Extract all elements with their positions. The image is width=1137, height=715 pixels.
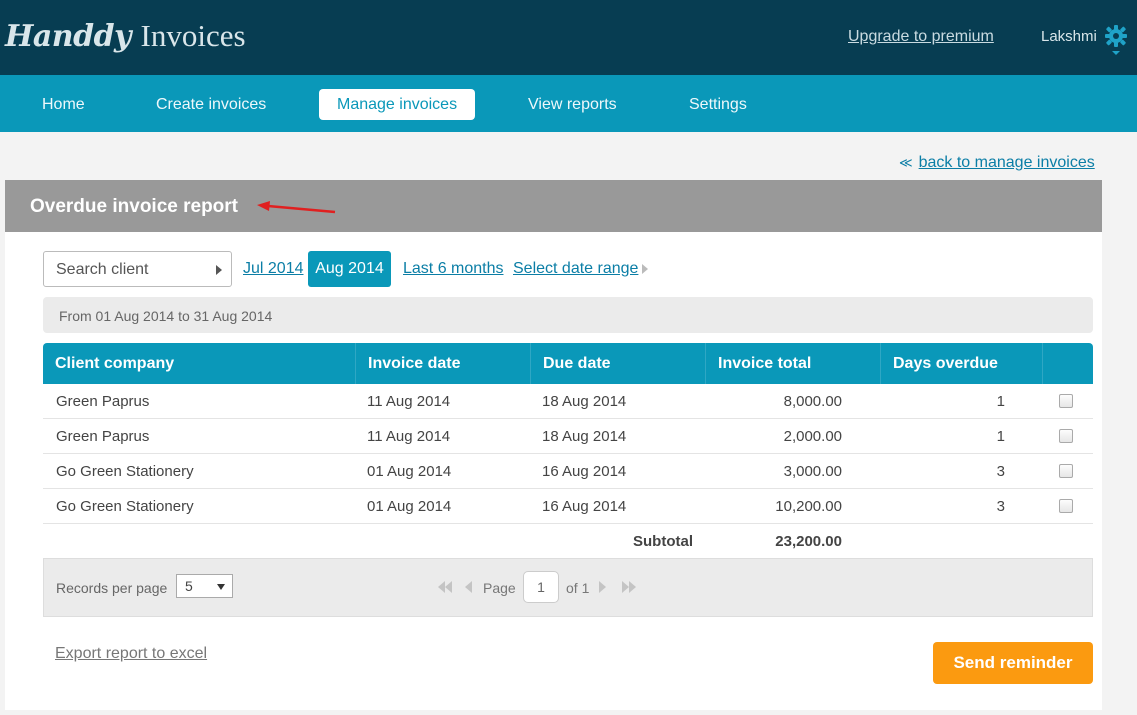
cell-days-overdue: 1	[996, 428, 1005, 445]
app-logo[interactable]: Handdy Invoices	[5, 18, 246, 54]
cell-days-overdue: 3	[996, 463, 1005, 480]
subtotal-row: Subtotal 23,200.00	[43, 524, 1093, 559]
column-header-invoice-date[interactable]: Invoice date	[355, 343, 530, 384]
column-header-due-date[interactable]: Due date	[530, 343, 705, 384]
cell-invoice-date: 01 Aug 2014	[367, 498, 452, 515]
cell-invoice-date: 11 Aug 2014	[367, 393, 451, 410]
chevron-down-icon	[217, 584, 225, 590]
page-title: Overdue invoice report	[30, 196, 239, 217]
user-name[interactable]: Lakshmi	[1041, 28, 1097, 45]
caret-right-icon	[216, 265, 222, 275]
row-select-checkbox[interactable]	[1059, 464, 1073, 478]
back-to-manage-invoices-link[interactable]: ≪ back to manage invoices	[899, 154, 1095, 172]
report-header: Overdue invoice report	[5, 180, 1102, 232]
row-select-checkbox[interactable]	[1059, 499, 1073, 513]
red-arrow-icon	[257, 201, 336, 214]
logo-script-text: Handdy	[5, 19, 131, 54]
back-link-label: back to manage invoices	[918, 154, 1095, 171]
cell-invoice-date: 11 Aug 2014	[367, 428, 451, 445]
column-header-client[interactable]: Client company	[43, 343, 355, 384]
records-per-page-value: 5	[185, 578, 193, 594]
column-header-select	[1042, 343, 1093, 384]
row-select-checkbox[interactable]	[1059, 429, 1073, 443]
filter-jul-2014[interactable]: Jul 2014	[243, 260, 304, 278]
main-nav: Home Create invoices Manage invoices Vie…	[0, 75, 1137, 132]
gear-icon[interactable]	[1103, 24, 1129, 56]
cell-client: Go Green Stationery	[56, 498, 194, 515]
date-range-text: From 01 Aug 2014 to 31 Aug 2014	[59, 308, 273, 324]
column-header-invoice-total[interactable]: Invoice total	[705, 343, 880, 384]
cell-invoice-total: 2,000.00	[783, 428, 842, 445]
cell-due-date: 18 Aug 2014	[542, 393, 627, 410]
nav-manage-invoices[interactable]: Manage invoices	[319, 89, 476, 120]
cell-invoice-date: 01 Aug 2014	[367, 463, 452, 480]
cell-invoice-total: 8,000.00	[783, 393, 842, 410]
cell-due-date: 18 Aug 2014	[542, 428, 627, 445]
last-page-icon[interactable]	[621, 581, 637, 593]
logo-plain-text: Invoices	[140, 18, 246, 53]
filter-aug-2014[interactable]: Aug 2014	[308, 251, 391, 287]
next-page-icon[interactable]	[599, 581, 607, 593]
filter-select-date-range[interactable]: Select date range	[513, 260, 638, 278]
nav-settings[interactable]: Settings	[689, 89, 747, 120]
overdue-invoices-table: Client company Invoice date Due date Inv…	[43, 343, 1093, 559]
cell-due-date: 16 Aug 2014	[542, 498, 627, 515]
cell-client: Green Paprus	[56, 428, 150, 445]
first-page-icon[interactable]	[437, 581, 453, 593]
search-client-dropdown[interactable]: Search client	[43, 251, 232, 287]
date-range-summary: From 01 Aug 2014 to 31 Aug 2014	[43, 297, 1093, 333]
cell-due-date: 16 Aug 2014	[542, 463, 627, 480]
filter-last-6-months[interactable]: Last 6 months	[403, 260, 504, 278]
subtotal-value: 23,200.00	[775, 533, 842, 550]
page-label: Page	[483, 580, 516, 596]
cell-invoice-total: 3,000.00	[783, 463, 842, 480]
search-client-label: Search client	[56, 261, 149, 278]
column-header-days-overdue[interactable]: Days overdue	[880, 343, 1042, 384]
double-chevron-left-icon: ≪	[899, 155, 913, 170]
subtotal-label: Subtotal	[633, 533, 693, 550]
caret-right-icon	[642, 264, 648, 274]
page-number-input[interactable]: 1	[523, 571, 559, 603]
records-per-page-label: Records per page	[56, 580, 168, 596]
top-bar: Handdy Invoices Upgrade to premium Laksh…	[0, 0, 1137, 75]
cell-days-overdue: 1	[996, 393, 1005, 410]
nav-create-invoices[interactable]: Create invoices	[156, 89, 266, 120]
table-row: Go Green Stationery 01 Aug 2014 16 Aug 2…	[43, 454, 1093, 489]
send-reminder-button[interactable]: Send reminder	[933, 642, 1093, 684]
upgrade-link[interactable]: Upgrade to premium	[848, 28, 994, 46]
table-header: Client company Invoice date Due date Inv…	[43, 343, 1093, 384]
records-per-page-select[interactable]: 5	[176, 574, 233, 598]
nav-home[interactable]: Home	[42, 89, 85, 120]
previous-page-icon[interactable]	[465, 581, 473, 593]
table-row: Go Green Stationery 01 Aug 2014 16 Aug 2…	[43, 489, 1093, 524]
cell-client: Go Green Stationery	[56, 463, 194, 480]
nav-view-reports[interactable]: View reports	[528, 89, 617, 120]
page-count-label: of 1	[566, 580, 590, 596]
cell-invoice-total: 10,200.00	[775, 498, 842, 515]
cell-client: Green Paprus	[56, 393, 150, 410]
table-row: Green Paprus 11 Aug 2014 18 Aug 2014 8,0…	[43, 384, 1093, 419]
pagination-bar: Records per page 5 Page 1 of 1	[43, 558, 1093, 617]
table-row: Green Paprus 11 Aug 2014 18 Aug 2014 2,0…	[43, 419, 1093, 454]
cell-days-overdue: 3	[996, 498, 1005, 515]
export-to-excel-link[interactable]: Export report to excel	[55, 645, 207, 663]
row-select-checkbox[interactable]	[1059, 394, 1073, 408]
